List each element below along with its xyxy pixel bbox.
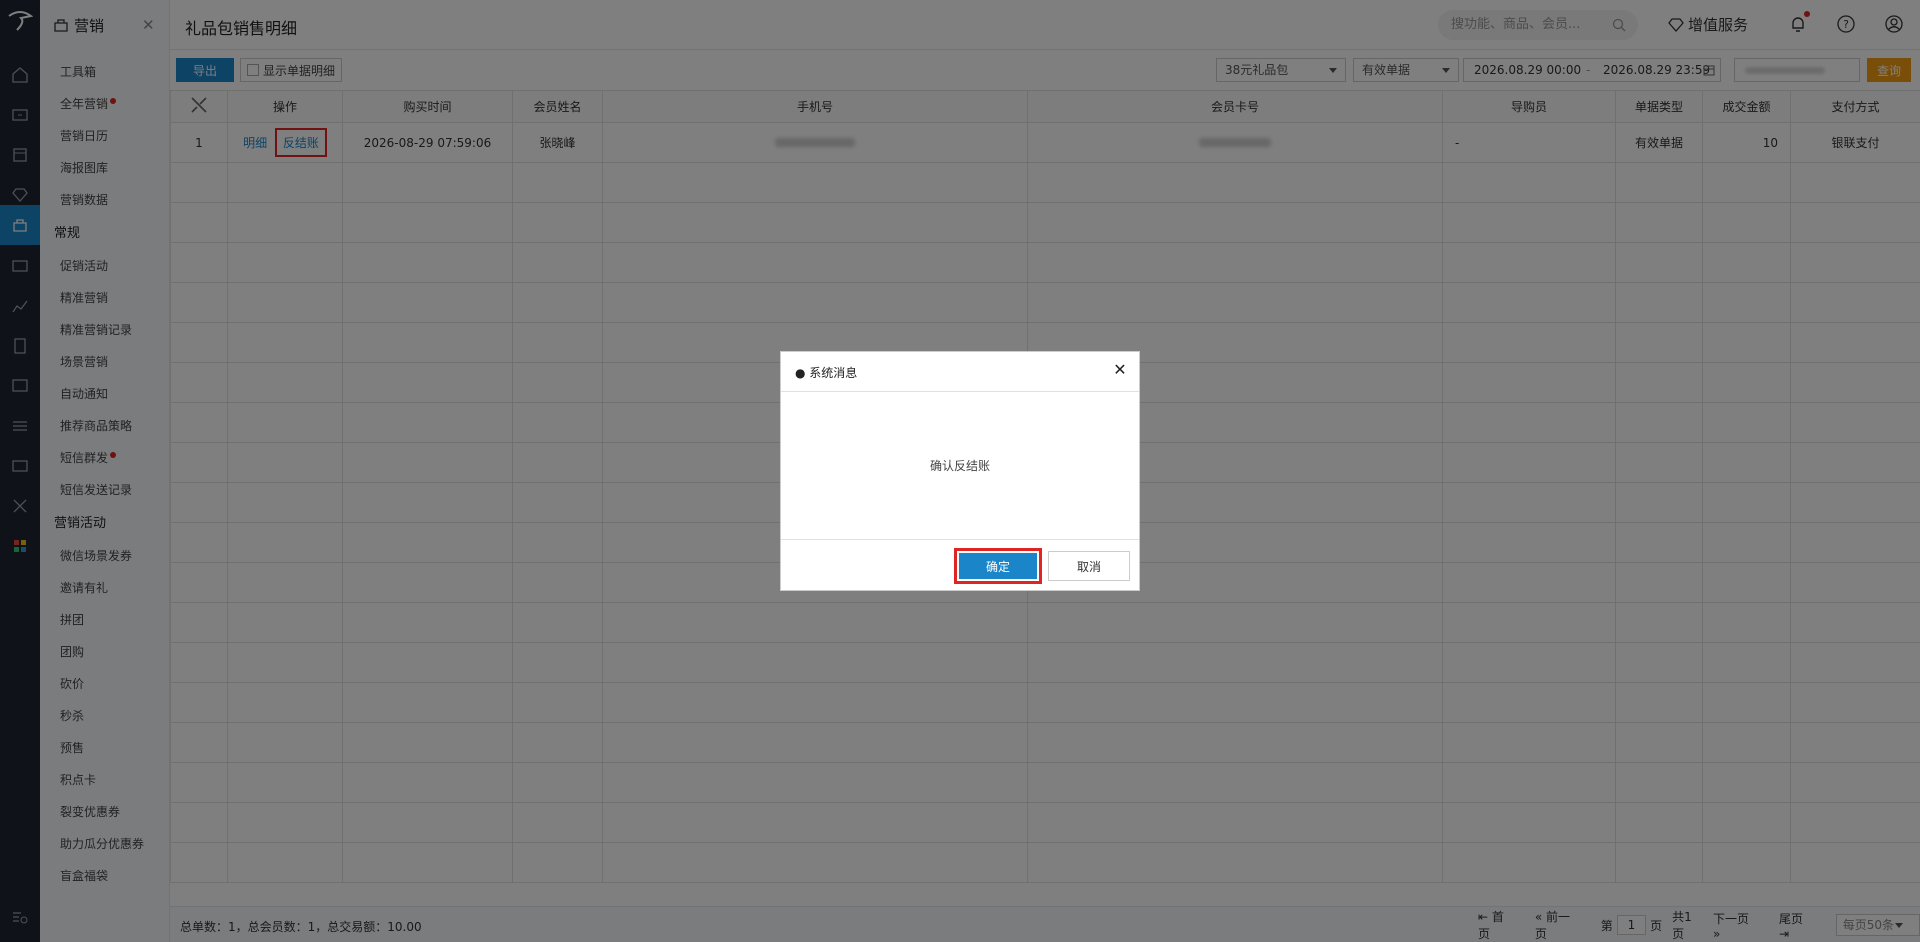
dialog-header: ● 系统消息 ✕: [781, 352, 1139, 392]
dialog-body: 确认反结账: [781, 392, 1139, 540]
ok-button-highlight: 确定: [954, 548, 1042, 584]
dialog-footer: 确定 取消: [781, 540, 1139, 590]
dialog-title: ● 系统消息: [795, 366, 858, 380]
close-icon[interactable]: ✕: [1111, 361, 1129, 379]
dialog-message: 确认反结账: [929, 459, 990, 473]
cancel-button[interactable]: 取消: [1048, 551, 1130, 581]
system-message-dialog: ● 系统消息 ✕ 确认反结账 确定 取消: [780, 351, 1140, 591]
confirm-button[interactable]: 确定: [959, 553, 1037, 579]
